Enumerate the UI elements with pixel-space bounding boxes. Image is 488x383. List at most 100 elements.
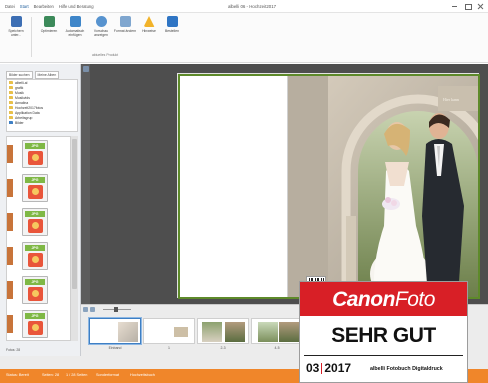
folder-icon (9, 121, 13, 124)
window-controls (451, 3, 484, 10)
app-window: Datei Start Bearbeiten Hilfe und Beratun… (0, 0, 488, 383)
order-label: Bestellen (165, 29, 179, 33)
minimize-icon[interactable] (451, 3, 458, 9)
thumbnail-edge (7, 179, 13, 197)
thumbnail-edge (7, 247, 13, 265)
list-item[interactable]: JPG (7, 307, 70, 340)
grid-view-icon[interactable] (83, 307, 88, 312)
folder-tree: albelli-al grafik Musik Musikvids Annali… (6, 79, 78, 132)
thumb-photo (202, 322, 222, 342)
cart-icon (166, 16, 178, 27)
scrollbar-thumb[interactable] (72, 139, 77, 289)
page-caption: Einband (108, 346, 122, 350)
layout-tool-icon[interactable] (82, 66, 89, 72)
award-brand-part2: Foto (394, 288, 436, 311)
photo-count: Fotos: 28 (6, 348, 21, 352)
left-panel: Bilder suchen Meine Alben albelli-al gra… (0, 64, 81, 356)
tab-my-albums[interactable]: Meine Alben (34, 71, 60, 79)
jpg-file-icon: JPG (22, 140, 48, 168)
thumbnail-edge (7, 213, 13, 231)
order-button[interactable]: Bestellen (160, 16, 184, 33)
image-thumbnail-list: JPG JPG JPG JPG JPG JPG (6, 136, 71, 341)
file-badge: JPG (31, 178, 39, 182)
save-as-button[interactable]: Speichern unter... (4, 16, 28, 37)
award-brand-part1: Canon (332, 288, 395, 311)
ribbon-group-label: aktuelles Produkt (92, 53, 119, 57)
list-item[interactable]: JPG (7, 205, 70, 239)
ribbon-tabs: Datei Start Bearbeiten Hilfe und Beratun… (5, 4, 94, 9)
tab-search-images[interactable]: Bilder suchen (6, 71, 33, 79)
thumbnail-scrollbar[interactable] (71, 136, 78, 341)
tree-item[interactable]: Bilder (7, 120, 77, 125)
award-product: albelli Fotobuch Digitaldruck (370, 366, 443, 372)
list-item[interactable]: JPG (7, 239, 70, 273)
editor-canvas[interactable]: Hier kann (81, 64, 488, 304)
close-icon[interactable] (477, 3, 484, 9)
list-item[interactable]: JPG (7, 171, 70, 205)
thumbnail-edge (7, 281, 13, 299)
tree-item-label: grafik (15, 85, 24, 90)
page-thumbnail-cover[interactable]: Einband (89, 318, 141, 350)
status-text: Seiten: 28 (42, 373, 60, 377)
zoom-slider[interactable] (103, 307, 131, 312)
tree-item-label: Applikation Data (15, 110, 40, 115)
auto-insert-label: Automatisch einfügen (65, 29, 85, 37)
jpg-file-icon: JPG (22, 174, 48, 202)
file-badge: JPG (31, 144, 39, 148)
list-item[interactable]: JPG (7, 273, 70, 307)
book-spread[interactable]: Hier kann (177, 73, 480, 299)
list-item[interactable]: JPG (7, 137, 70, 171)
ribbon-separator (31, 17, 32, 57)
folder-icon (9, 111, 13, 114)
thumbnail-edge (7, 315, 13, 333)
folder-icon (9, 91, 13, 94)
tree-item-label: Arbeitsgrup (15, 115, 33, 120)
tree-item-label: albelli-al (15, 80, 28, 85)
optimize-icon (43, 16, 55, 27)
status-text: Status: Bereit (6, 373, 29, 377)
preview-button[interactable]: Vorschau anzeigen (89, 16, 113, 37)
tab-help[interactable]: Hilfe und Beratung (59, 4, 94, 9)
canvas-toolbar (81, 64, 90, 304)
tab-edit[interactable]: Bearbeiten (34, 4, 54, 9)
warning-icon (143, 16, 155, 27)
page-thumbnail[interactable]: 4-5 (251, 318, 303, 350)
spread-frame (178, 74, 480, 299)
tree-item-label: Hochzeit2017fotos (15, 105, 44, 110)
left-panel-tabs: Bilder suchen Meine Alben (6, 71, 60, 79)
thumbnail-edge (7, 145, 13, 163)
tree-item-label: Bilder (15, 120, 24, 125)
folder-icon (9, 86, 13, 89)
status-text: 1 / 28 Seiten (66, 373, 88, 377)
award-issue-number: 03 (306, 361, 320, 375)
award-badge: CanonFoto SEHR GUT 03 2017 albelli Fotobu… (299, 281, 468, 383)
file-badge: JPG (31, 314, 39, 318)
page-thumbnail[interactable]: 2-3 (197, 318, 249, 350)
title-bar: Datei Start Bearbeiten Hilfe und Beratun… (0, 0, 488, 13)
tab-file[interactable]: Datei (5, 4, 15, 9)
file-badge: JPG (31, 212, 39, 216)
award-divider (304, 355, 463, 356)
maximize-icon[interactable] (464, 3, 472, 10)
page-caption: 2-3 (220, 346, 226, 350)
jpg-file-icon: JPG (22, 276, 48, 304)
award-brand: CanonFoto (300, 288, 467, 312)
thumb-photo (225, 322, 245, 342)
save-icon (10, 16, 22, 27)
magnifier-icon (95, 16, 107, 27)
page-thumbnail[interactable]: 1 (143, 318, 195, 350)
status-text: Hochzeitsbuch (130, 373, 155, 377)
optimize-button[interactable]: Optimieren (37, 16, 61, 33)
hints-button[interactable]: Hinweise (137, 16, 161, 33)
award-year: 2017 (324, 361, 352, 375)
tab-start[interactable]: Start (20, 4, 29, 9)
status-text: Sonderformat (96, 373, 120, 377)
change-format-button[interactable]: Format ändern (113, 16, 137, 33)
preview-label: Vorschau anzeigen (93, 29, 109, 37)
list-view-icon[interactable] (90, 307, 95, 312)
folder-icon (9, 96, 13, 99)
thumb-photo (258, 322, 278, 342)
auto-insert-button[interactable]: Automatisch einfügen (63, 16, 87, 37)
thumb-photo (279, 322, 299, 342)
hints-label: Hinweise (142, 29, 156, 33)
